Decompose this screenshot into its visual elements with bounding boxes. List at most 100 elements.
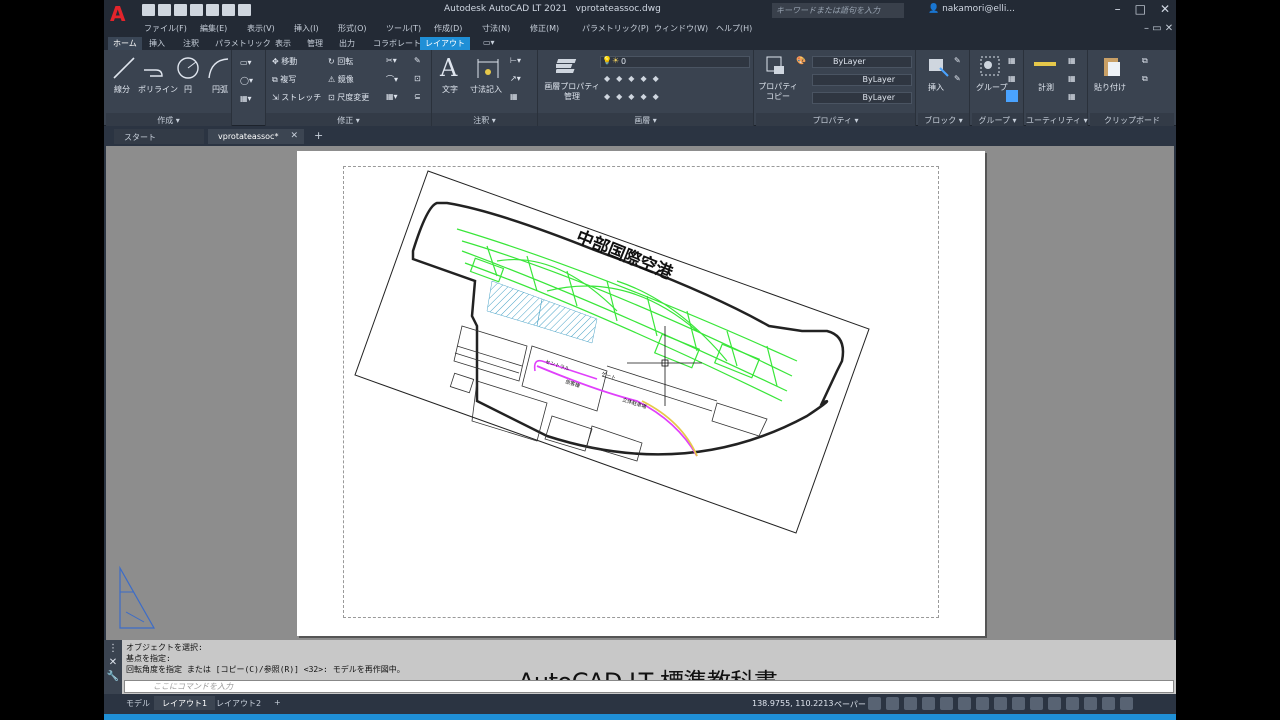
menu-format[interactable]: 形式(O)	[338, 23, 367, 34]
tab-layout1[interactable]: レイアウト1	[154, 696, 216, 710]
viewport-drawing[interactable]: 中部国際空港 セントラル ゲート 旅客棟 立体駐車場	[297, 151, 985, 636]
tab-document[interactable]: vprotateassoc* ✕	[208, 129, 304, 144]
transparency-icon[interactable]	[994, 697, 1007, 710]
panel-annotation-title[interactable]: 注釈 ▾	[432, 113, 537, 126]
ortho-icon[interactable]	[904, 697, 917, 710]
tab-output[interactable]: 出力	[334, 37, 360, 50]
match-properties-label[interactable]: プロパティコピー	[758, 82, 798, 102]
otrack-icon[interactable]	[958, 697, 971, 710]
menu-modify[interactable]: 修正(M)	[530, 23, 559, 34]
panel-clipboard-title[interactable]: クリップボード	[1090, 113, 1174, 126]
plot-icon[interactable]	[206, 4, 219, 16]
menu-tools[interactable]: ツール(T)	[386, 23, 421, 34]
menu-view[interactable]: 表示(V)	[247, 23, 275, 34]
trim-icon[interactable]: ✂▾	[386, 56, 397, 65]
menu-parametric[interactable]: パラメトリック(P)	[582, 23, 649, 34]
osnap-icon[interactable]	[940, 697, 953, 710]
mirror-tool[interactable]: ⚠ 鏡像	[328, 74, 354, 85]
isolate-icon[interactable]	[1066, 697, 1079, 710]
dimension-icon[interactable]	[476, 56, 500, 80]
insert-label[interactable]: 挿入	[928, 82, 944, 93]
hardware-accel-icon[interactable]	[1084, 697, 1097, 710]
tab-layout2[interactable]: レイアウト2	[208, 696, 269, 710]
annotation-scale-icon[interactable]	[1030, 697, 1043, 710]
close-icon[interactable]: ✕	[1160, 2, 1170, 16]
menu-draw[interactable]: 作成(D)	[434, 23, 462, 34]
grip-icon[interactable]: ⋮	[104, 643, 122, 654]
fillet-icon[interactable]: ⌒▾	[386, 74, 398, 85]
clean-screen-icon[interactable]	[1102, 697, 1115, 710]
customize-icon[interactable]: 🔧	[104, 671, 122, 682]
polar-icon[interactable]	[922, 697, 935, 710]
text-label[interactable]: 文字	[442, 84, 458, 95]
save-as-icon[interactable]	[190, 4, 203, 16]
restore-icon[interactable]: – ▭ ✕	[1144, 23, 1173, 34]
quick-select-icon[interactable]: ▦	[1068, 56, 1076, 65]
menu-insert[interactable]: 挿入(I)	[294, 23, 319, 34]
layer-tools-row1[interactable]: ◆◆◆◆◆	[604, 74, 665, 83]
panel-modify-title[interactable]: 修正 ▾	[266, 113, 431, 126]
menu-help[interactable]: ヘルプ(H)	[716, 23, 752, 34]
polyline-icon[interactable]	[142, 56, 166, 80]
ungroup-icon[interactable]: ▦	[1008, 56, 1016, 65]
linetype-dropdown[interactable]: ByLayer	[812, 74, 912, 86]
cut-clip-icon[interactable]: ⧉	[1142, 74, 1148, 84]
id-point-icon[interactable]: ▦	[1068, 92, 1076, 101]
offset-icon[interactable]: ⊆	[414, 92, 421, 101]
menu-window[interactable]: ウィンドウ(W)	[654, 23, 708, 34]
paper-space-toggle[interactable]: ペーパー	[834, 699, 866, 710]
tab-parametric[interactable]: パラメトリック	[210, 37, 276, 50]
new-tab-icon[interactable]: +	[314, 129, 323, 142]
text-icon[interactable]: A	[440, 54, 457, 82]
search-input[interactable]: キーワードまたは語句を入力	[772, 3, 904, 18]
leader-icon[interactable]: ↗▾	[510, 74, 521, 83]
grid-icon[interactable]	[868, 697, 881, 710]
array-icon[interactable]: ▦▾	[386, 92, 398, 101]
menu-dimension[interactable]: 寸法(N)	[482, 23, 510, 34]
edit-block-icon[interactable]: ✎	[954, 74, 961, 83]
match-properties-icon[interactable]	[764, 54, 788, 78]
table-icon[interactable]: ▦	[510, 92, 518, 101]
redo-icon[interactable]	[238, 4, 251, 16]
copy-clip-icon[interactable]: ⧉	[1142, 56, 1148, 66]
erase-icon[interactable]: ✎	[414, 56, 421, 65]
panel-layers-title[interactable]: 画層 ▾	[538, 113, 753, 126]
color-dropdown[interactable]: ByLayer	[812, 56, 912, 68]
close-command-icon[interactable]: ✕	[104, 657, 122, 668]
scale-tool[interactable]: ⊡ 尺度変更	[328, 92, 369, 103]
circle-label[interactable]: 円	[184, 84, 192, 95]
undo-icon[interactable]	[222, 4, 235, 16]
layer-dropdown[interactable]: 0	[600, 56, 750, 68]
coordinate-readout[interactable]: 138.9755, 110.2213	[752, 699, 833, 708]
customize-status-icon[interactable]	[1120, 697, 1133, 710]
tab-view[interactable]: 表示	[270, 37, 296, 50]
layer-properties-icon[interactable]	[556, 54, 580, 78]
copy-tool[interactable]: ⧉ 複写	[272, 74, 296, 85]
tab-annotate[interactable]: 注釈	[178, 37, 204, 50]
group-select-icon[interactable]	[1006, 90, 1018, 102]
tab-start[interactable]: スタート	[114, 129, 204, 144]
tab-layout[interactable]: レイアウト	[420, 37, 470, 50]
dimension-label[interactable]: 寸法記入	[470, 84, 502, 95]
ellipse-icon[interactable]: ◯▾	[240, 76, 253, 85]
new-icon[interactable]	[142, 4, 155, 16]
panel-properties-title[interactable]: プロパティ ▾	[756, 113, 915, 126]
add-layout-icon[interactable]: +	[266, 696, 289, 710]
layer-tools-row2[interactable]: ◆◆◆◆◆	[604, 92, 665, 101]
menu-file[interactable]: ファイル(F)	[144, 23, 187, 34]
tab-manage[interactable]: 管理	[302, 37, 328, 50]
rotate-tool[interactable]: ↻ 回転	[328, 56, 353, 67]
panel-utilities-title[interactable]: ユーティリティ ▾	[1026, 113, 1088, 126]
open-icon[interactable]	[158, 4, 171, 16]
explode-icon[interactable]: ⊡	[414, 74, 421, 83]
linear-dim-icon[interactable]: ⊢▾	[510, 56, 521, 65]
tab-home[interactable]: ホーム	[108, 37, 142, 50]
save-icon[interactable]	[174, 4, 187, 16]
layer-properties-label[interactable]: 画層プロパティ管理	[542, 82, 602, 102]
group-label[interactable]: グループ	[976, 82, 1008, 93]
workspace-icon[interactable]	[1048, 697, 1061, 710]
tab-extra-icon[interactable]: ▭▾	[478, 37, 500, 50]
command-input[interactable]: ここにコマンドを入力	[124, 680, 1174, 693]
tab-insert[interactable]: 挿入	[144, 37, 170, 50]
hatch-icon[interactable]: ▦▾	[240, 94, 252, 103]
